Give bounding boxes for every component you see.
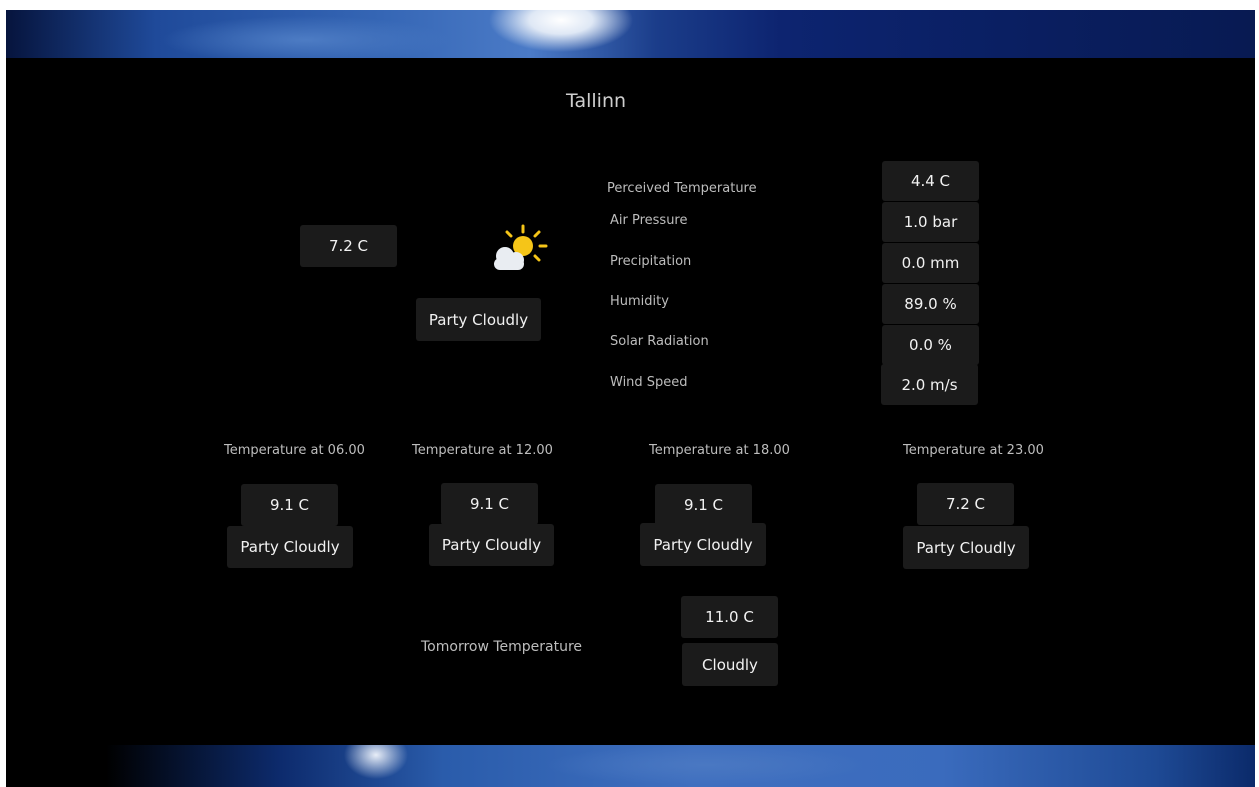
tomorrow-label: Tomorrow Temperature: [421, 639, 583, 655]
sky-header-image: [6, 10, 1255, 58]
wind-speed-label: Wind Speed: [610, 375, 688, 390]
precipitation-value: 0.0 mm: [882, 243, 979, 283]
current-temperature: 7.2 C: [300, 225, 397, 267]
current-condition: Party Cloudly: [416, 298, 541, 341]
forecast-temperature-18: 9.1 C: [655, 484, 752, 526]
solar-radiation-label: Solar Radiation: [610, 334, 709, 349]
city-title: Tallinn: [566, 90, 627, 112]
forecast-temperature-12: 9.1 C: [441, 483, 538, 525]
forecast-temperature-06: 9.1 C: [241, 484, 338, 526]
perceived-temperature-value: 4.4 C: [882, 161, 979, 201]
air-pressure-value: 1.0 bar: [882, 202, 979, 242]
partly-cloudy-icon: [494, 224, 548, 270]
forecast-condition-06: Party Cloudly: [227, 526, 353, 568]
precipitation-label: Precipitation: [610, 254, 692, 269]
app-window: Tallinn 7.2 C Party Cloudly Perceived Te…: [6, 10, 1255, 787]
tomorrow-temperature: 11.0 C: [681, 596, 778, 638]
forecast-label-18: Temperature at 18.00: [649, 443, 790, 458]
humidity-value: 89.0 %: [882, 284, 979, 324]
air-pressure-label: Air Pressure: [610, 213, 688, 228]
weather-panel: [6, 58, 1255, 745]
forecast-label-06: Temperature at 06.00: [224, 443, 365, 458]
solar-radiation-value: 0.0 %: [882, 325, 979, 365]
forecast-temperature-23: 7.2 C: [917, 483, 1014, 525]
forecast-condition-18: Party Cloudly: [640, 523, 766, 566]
perceived-temperature-label: Perceived Temperature: [607, 181, 757, 196]
forecast-condition-23: Party Cloudly: [903, 526, 1029, 569]
forecast-label-23: Temperature at 23.00: [903, 443, 1044, 458]
forecast-label-12: Temperature at 12.00: [412, 443, 553, 458]
wind-speed-value: 2.0 m/s: [881, 364, 978, 405]
tomorrow-condition: Cloudly: [682, 643, 778, 686]
humidity-label: Humidity: [610, 294, 669, 309]
forecast-condition-12: Party Cloudly: [429, 524, 554, 566]
sky-footer-image: [6, 745, 1255, 787]
